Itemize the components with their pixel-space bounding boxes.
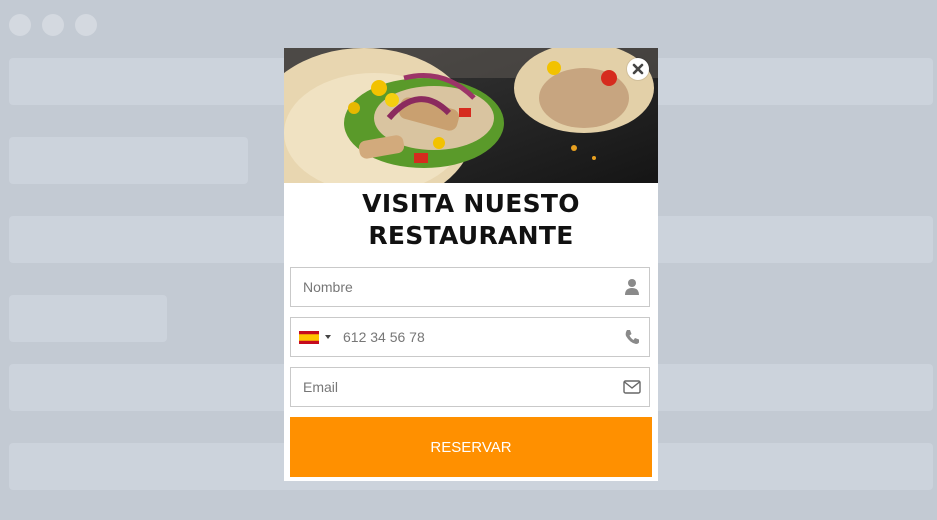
email-placeholder: Email xyxy=(303,379,339,395)
user-icon xyxy=(625,279,639,295)
spain-flag-icon[interactable] xyxy=(299,331,319,344)
window-dot xyxy=(42,14,64,36)
email-field[interactable]: Email xyxy=(290,367,650,407)
popup-title: VISITA NUESTO RESTAURANTE xyxy=(284,188,658,252)
reservation-popup: VISITA NUESTO RESTAURANTE Nombre 612 34 … xyxy=(284,48,658,481)
reserve-button-label: RESERVAR xyxy=(430,438,512,456)
reserve-button[interactable]: RESERVAR xyxy=(290,417,652,477)
popup-title-line: RESTAURANTE xyxy=(368,221,574,250)
phone-field[interactable]: 612 34 56 78 xyxy=(290,317,650,357)
phone-icon xyxy=(625,330,639,344)
close-icon xyxy=(632,63,644,75)
envelope-icon xyxy=(623,380,641,394)
chevron-down-icon[interactable] xyxy=(325,335,331,339)
window-dot xyxy=(9,14,31,36)
window-dot xyxy=(75,14,97,36)
placeholder-bar xyxy=(9,137,248,184)
food-wrap-photo xyxy=(284,48,658,183)
close-button[interactable] xyxy=(627,58,649,80)
popup-title-line: VISITA NUESTO xyxy=(362,189,580,218)
name-field[interactable]: Nombre xyxy=(290,267,650,307)
phone-placeholder: 612 34 56 78 xyxy=(343,329,425,345)
placeholder-bar xyxy=(9,295,167,342)
name-placeholder: Nombre xyxy=(303,279,353,295)
